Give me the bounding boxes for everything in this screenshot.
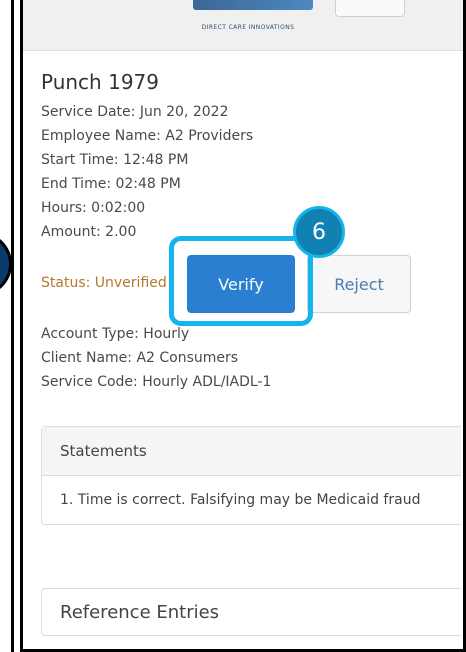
service-date: Service Date: Jun 20, 2022 xyxy=(41,104,229,120)
service-code: Service Code: Hourly ADL/IADL-1 xyxy=(41,374,272,390)
statements-heading: Statements xyxy=(42,427,461,476)
statement-item: 1. Time is correct. Falsifying may be Me… xyxy=(60,492,421,508)
end-time: End Time: 02:48 PM xyxy=(41,176,181,192)
reference-entries-panel[interactable]: Reference Entries xyxy=(41,588,461,636)
menu-button[interactable] xyxy=(335,0,405,17)
reject-button[interactable]: Reject xyxy=(307,255,411,313)
reference-entries-heading: Reference Entries xyxy=(60,601,220,623)
logo-icon xyxy=(193,0,313,10)
step-number-badge: 6 xyxy=(293,206,345,258)
left-panel-edge xyxy=(0,0,14,652)
account-type: Account Type: Hourly xyxy=(41,326,190,342)
statements-panel: Statements 1. Time is correct. Falsifyin… xyxy=(41,426,461,525)
punch-title: Punch 1979 xyxy=(41,70,159,94)
logo-text: DIRECT CARE INNOVATIONS xyxy=(201,24,295,31)
start-time: Start Time: 12:48 PM xyxy=(41,152,189,168)
client-name: Client Name: A2 Consumers xyxy=(41,350,239,366)
mobile-screen: DIRECT CARE INNOVATIONS Punch 1979 Servi… xyxy=(20,0,466,652)
employee-name: Employee Name: A2 Providers xyxy=(41,128,254,144)
step-marker-partial xyxy=(0,232,12,296)
app-header: DIRECT CARE INNOVATIONS xyxy=(23,0,463,51)
hours: Hours: 0:02:00 xyxy=(41,200,146,216)
verify-button[interactable]: Verify xyxy=(187,255,295,313)
status-label: Status: Unverified xyxy=(41,275,167,291)
amount: Amount: 2.00 xyxy=(41,224,137,240)
